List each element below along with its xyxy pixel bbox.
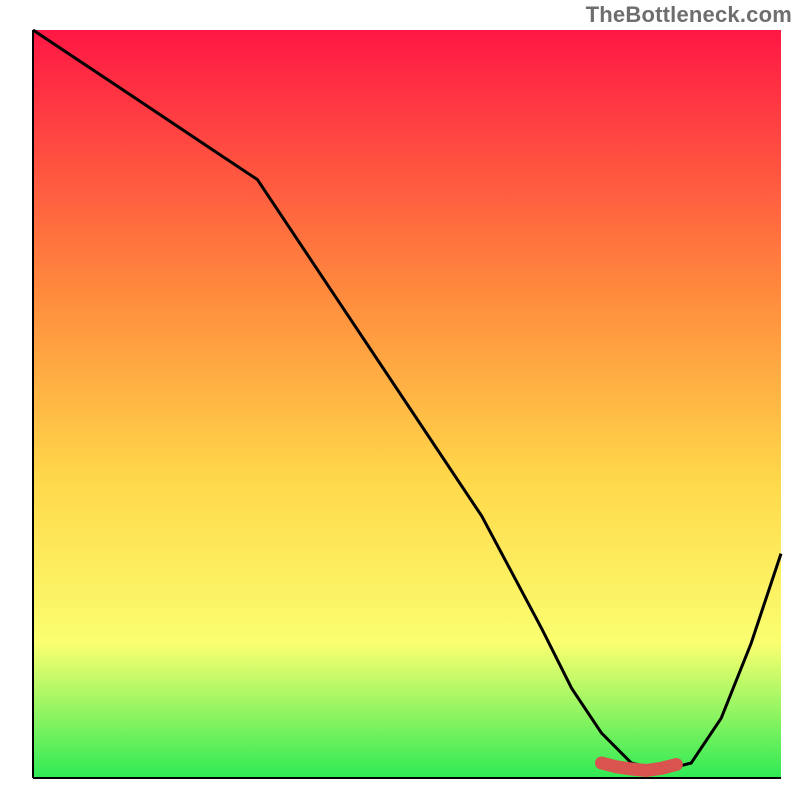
bottleneck-chart	[0, 0, 800, 800]
min-plateau-highlight	[602, 763, 677, 771]
bottom-margin	[0, 778, 800, 800]
left-margin	[0, 0, 33, 800]
chart-container: TheBottleneck.com	[0, 0, 800, 800]
